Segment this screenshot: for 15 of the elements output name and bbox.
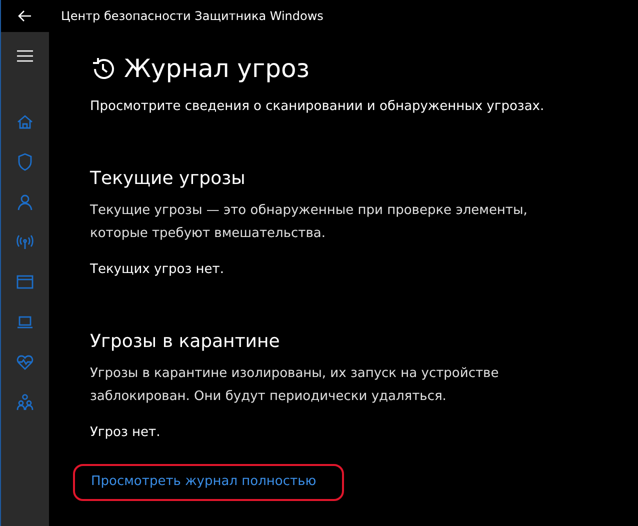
section-heading: Угрозы в карантине (90, 331, 281, 352)
family-icon (15, 392, 35, 412)
window-title: Центр безопасности Защитника Windows (61, 9, 324, 23)
view-history-link[interactable]: Просмотреть журнал полностью (73, 464, 344, 501)
history-icon (90, 56, 116, 82)
person-icon (15, 192, 35, 212)
section-heading: Текущие угрозы (90, 168, 246, 189)
back-arrow-icon (17, 8, 33, 24)
page-subtitle: Просмотрите сведения о сканировании и обнаруженных угрозах. (90, 99, 546, 114)
menu-icon (17, 50, 33, 62)
status-text: Угроз нет. (90, 425, 162, 440)
section-description: Текущие угрозы — это обнаруженные при проверке элементы, которые требуют вмешательства. (90, 202, 528, 243)
status-text: Текущих угроз нет. (90, 262, 225, 277)
page-title: Журнал угроз (124, 54, 310, 83)
section-description: Угрозы в карантине изолированы, их запуск на устройстве заблокирован. Они будут периодически удаляться. (90, 365, 500, 406)
